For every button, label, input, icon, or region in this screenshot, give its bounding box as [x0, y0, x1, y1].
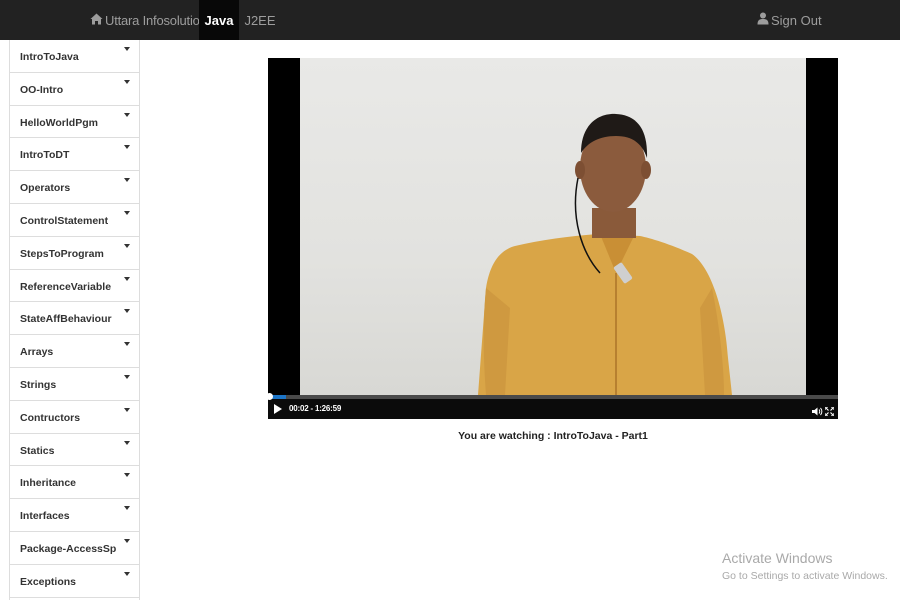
sidebar-item-label: Inheritance: [20, 477, 77, 490]
video-frame[interactable]: [300, 58, 806, 395]
video-player[interactable]: 00:02 - 1:26:59: [268, 58, 838, 419]
tab-j2ee-label: J2EE: [244, 12, 276, 28]
volume-icon[interactable]: [812, 403, 823, 419]
caret-down-icon[interactable]: [124, 571, 130, 576]
caret-down-icon[interactable]: [124, 145, 130, 150]
sidebar-item-strings[interactable]: Strings: [10, 368, 139, 401]
caret-down-icon[interactable]: [124, 374, 130, 379]
time-display: 00:02 - 1:26:59: [289, 404, 342, 413]
sidebar-item-label: Contructors: [20, 411, 81, 424]
caret-down-icon[interactable]: [124, 440, 130, 445]
sidebar-item-label: Statics: [20, 444, 55, 457]
caret-down-icon[interactable]: [124, 112, 130, 117]
activate-windows-watermark: Activate Windows Go to Settings to activ…: [722, 550, 888, 582]
sidebar-item-label: Arrays: [20, 346, 54, 359]
sidebar-item-referencevariable[interactable]: ReferenceVariable: [10, 270, 139, 303]
caret-down-icon[interactable]: [124, 47, 130, 51]
now-watching-caption: You are watching : IntroToJava - Part1: [458, 430, 648, 442]
caret-down-icon[interactable]: [124, 407, 130, 412]
sidebar-item-label: Operators: [20, 182, 71, 195]
caret-down-icon[interactable]: [124, 243, 130, 248]
tab-java-label: Java: [204, 12, 234, 28]
sidebar-item-introtodt[interactable]: IntroToDT: [10, 138, 139, 172]
sidebar-item-helloworldpgm[interactable]: HelloWorldPgm: [10, 106, 139, 139]
play-button[interactable]: [274, 404, 282, 414]
sidebar-item-stateaffbehaviour[interactable]: StateAffBehaviour: [10, 302, 139, 336]
user-icon: [757, 12, 771, 28]
topic-sidebar: IntroToJava OO-Intro HelloWorldPgm IntroToD…: [9, 40, 140, 600]
sidebar-item-interfaces[interactable]: Interfaces: [10, 499, 139, 532]
sidebar-item-label: StepsToProgram: [20, 247, 104, 260]
sidebar-item-label: ReferenceVariable: [20, 280, 112, 293]
tab-java[interactable]: Java: [199, 0, 239, 40]
sidebar-item-operators[interactable]: Operators: [10, 171, 139, 204]
sidebar-item-arrays[interactable]: Arrays: [10, 335, 139, 368]
caret-down-icon[interactable]: [124, 178, 130, 183]
caret-down-icon[interactable]: [124, 538, 130, 543]
sidebar-item-label: Interfaces: [20, 510, 70, 523]
video-controls: 00:02 - 1:26:59: [268, 393, 838, 419]
sidebar-item-label: Strings: [20, 378, 57, 391]
sidebar-item-label: IntroToJava: [20, 51, 79, 63]
top-navbar: Uttara Infosolutions Java J2EE Sign Out: [0, 0, 900, 40]
sidebar-item-label: StateAffBehaviour: [20, 313, 112, 326]
caret-down-icon[interactable]: [124, 506, 130, 511]
caret-down-icon[interactable]: [124, 210, 130, 215]
caret-down-icon[interactable]: [124, 473, 130, 478]
sidebar-item-introtojava[interactable]: IntroToJava: [10, 40, 139, 73]
brand-label: Uttara Infosolutions: [105, 12, 214, 28]
sidebar-item-package-accesssp[interactable]: Package-AccessSp: [10, 532, 139, 565]
caret-down-icon[interactable]: [124, 276, 130, 281]
fullscreen-icon[interactable]: [824, 403, 835, 419]
watermark-title: Activate Windows: [722, 550, 833, 566]
sidebar-item-label: IntroToDT: [20, 149, 70, 162]
sidebar-item-label: HelloWorldPgm: [20, 116, 98, 129]
home-icon: [90, 13, 105, 28]
caret-down-icon[interactable]: [124, 342, 130, 347]
sidebar-item-label: Exceptions: [20, 575, 77, 588]
progress-bar[interactable]: [268, 393, 838, 400]
sidebar-item-stepstoprogram[interactable]: StepsToProgram: [10, 237, 139, 270]
sign-out-label: Sign Out: [771, 12, 822, 28]
sidebar-item-contructors[interactable]: Contructors: [10, 401, 139, 434]
tab-j2ee[interactable]: J2EE: [240, 0, 280, 40]
sign-out-link[interactable]: Sign Out: [757, 0, 822, 40]
sidebar-item-oo-intro[interactable]: OO-Intro: [10, 73, 139, 106]
sidebar-item-controlstatement[interactable]: ControlStatement: [10, 204, 139, 237]
watermark-subtitle: Go to Settings to activate Windows.: [722, 570, 888, 582]
sidebar-item-label: Package-AccessSp: [20, 542, 117, 555]
caret-down-icon[interactable]: [124, 309, 130, 314]
sidebar-item-label: ControlStatement: [20, 214, 109, 227]
caret-down-icon[interactable]: [124, 79, 130, 84]
sidebar-item-statics[interactable]: Statics: [10, 434, 139, 467]
presenter-image: [478, 113, 732, 395]
brand-link[interactable]: Uttara Infosolutions: [90, 0, 213, 40]
sidebar-item-inheritance[interactable]: Inheritance: [10, 466, 139, 500]
sidebar-item-label: OO-Intro: [20, 83, 64, 96]
sidebar-item-exceptions[interactable]: Exceptions: [10, 565, 139, 598]
